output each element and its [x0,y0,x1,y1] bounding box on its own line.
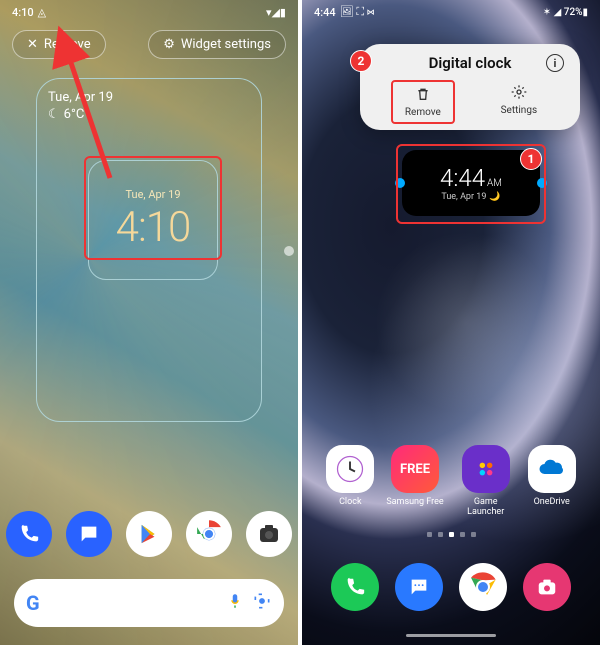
close-icon: ✕ [27,37,38,52]
app-row: Clock FREE Samsung Free Game Launcher On… [302,445,600,517]
info-icon[interactable]: i [546,54,564,72]
samsung-free-app[interactable]: FREE Samsung Free [386,445,443,517]
popup-remove-button[interactable]: Remove [391,80,455,124]
trash-icon [415,86,431,105]
s-clock-time: 4:44AM [440,164,502,192]
messages-app[interactable] [66,511,112,557]
onedrive-app[interactable]: OneDrive [528,445,576,517]
samsung-screen: 4:44 🖼 ⛶ ⋈ ✶ ◢ 72%▮ 2 Digital clock i Re… [302,0,600,645]
moon-icon: ☾ [48,107,60,122]
clock-app[interactable]: Clock [326,445,374,517]
play-store-app[interactable] [126,511,172,557]
camera-app[interactable] [523,563,571,611]
s-clock-date: Tue, Apr 19🌙 [441,192,500,202]
popup-title: Digital clock [429,54,512,72]
settings-label: Widget settings [181,37,271,52]
annotation-badge-2: 2 [350,50,372,72]
widget-action-row: ✕ Remove ⚙ Widget settings [0,30,298,59]
popup-settings-button[interactable]: Settings [489,80,550,124]
dock-left [0,511,298,557]
comparison-container: 4:10 ◬ ▾◢▮ ✕ Remove ⚙ Widget settings [0,0,600,645]
game-launcher-app[interactable]: Game Launcher [456,445,516,517]
phone-app[interactable] [6,511,52,557]
messages-app[interactable] [395,563,443,611]
mic-icon[interactable] [226,592,244,614]
phone-app[interactable] [331,563,379,611]
annotation-arrow [60,48,120,192]
status-right-icons: ✶ ◢ 72%▮ [543,7,588,18]
moon-icon: 🌙 [489,192,500,202]
status-time: 4:10 [12,6,34,19]
page-indicator [302,532,600,537]
gesture-bar[interactable] [406,634,496,637]
chrome-app[interactable] [459,563,507,611]
page-indicator-dot [284,246,294,256]
popup-remove-label: Remove [405,107,441,118]
camera-app[interactable] [246,511,292,557]
dock-right [302,563,600,611]
status-notif-icons: 🖼 ⛶ ⋈ [340,5,375,19]
popup-settings-label: Settings [501,105,538,116]
google-logo: G [26,591,40,615]
statusbar-left: 4:10 ◬ ▾◢▮ [0,0,298,24]
clock-time: 4:10 [116,203,191,252]
status-icon: ◬ [38,6,46,19]
gear-icon: ⚙ [163,37,175,52]
clock-date: Tue, Apr 19 [125,188,180,201]
statusbar-right: 4:44 🖼 ⛶ ⋈ ✶ ◢ 72%▮ [302,0,600,24]
widget-context-popup: Digital clock i Remove Settings [360,44,580,130]
widget-settings-button[interactable]: ⚙ Widget settings [148,30,286,59]
chrome-app[interactable] [186,511,232,557]
lens-icon[interactable] [252,591,272,615]
search-bar[interactable]: G [14,579,284,627]
pixel-screen: 4:10 ◬ ▾◢▮ ✕ Remove ⚙ Widget settings [0,0,298,645]
gear-icon [511,84,527,103]
status-time: 4:44 [314,6,336,19]
signal-icons: ▾◢▮ [266,6,286,19]
annotation-badge-1: 1 [520,148,542,170]
